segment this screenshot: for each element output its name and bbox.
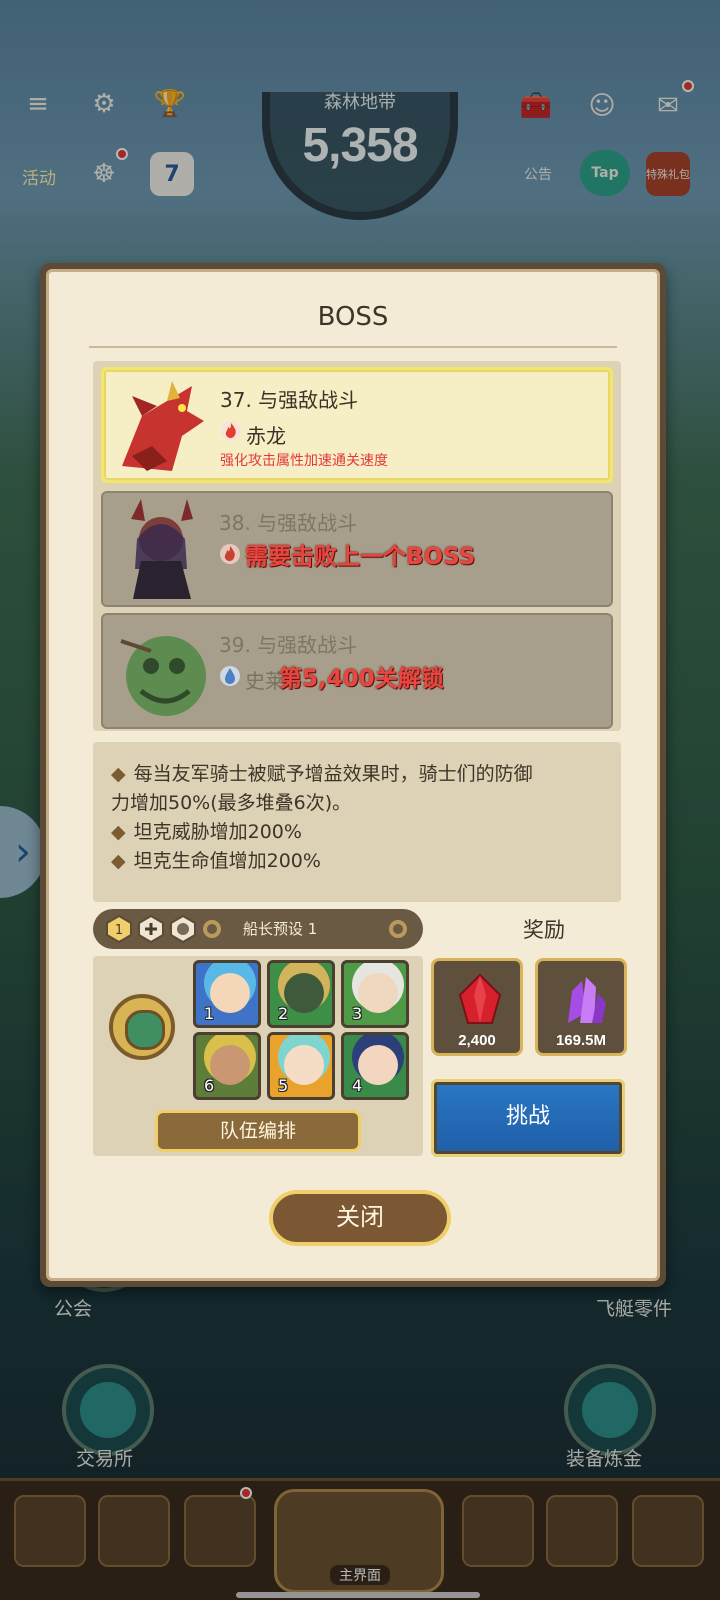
nav-main-label: 主界面 — [330, 1565, 390, 1585]
airship-parts-label: 飞艇零件 — [596, 1298, 673, 1320]
team-slot-4[interactable]: 4 — [341, 1032, 409, 1100]
settings-gear-icon[interactable]: ⚙ — [82, 82, 126, 126]
home-indicator[interactable] — [236, 1592, 480, 1598]
svg-text:1: 1 — [115, 923, 123, 938]
boss-card-38[interactable]: 38. 与强敌战斗 需要击败上一个BOSS — [101, 491, 613, 607]
add-preset-icon[interactable] — [137, 915, 165, 943]
preset-right-gear-icon[interactable] — [389, 920, 407, 938]
purple-crystal-icon — [568, 977, 606, 1023]
fire-element-icon — [220, 544, 240, 564]
exchange-button[interactable] — [62, 1364, 154, 1456]
boss-card-37[interactable]: 37. 与强敌战斗 赤龙 强化攻击属性加速通关速度 — [101, 367, 613, 483]
effect-line: ◆ 坦克生命值增加200% — [111, 850, 321, 872]
nav-notification-dot — [240, 1487, 252, 1499]
zone-score: 5,358 — [302, 119, 418, 172]
top-hud: ≡ ⚙ 🏆 森林地带 5,358 🧰 ☺ ✉ 活动 ☸ 7 公告 Tap 特殊礼… — [0, 0, 720, 250]
special-pack-button[interactable]: 特殊礼包 — [646, 152, 690, 196]
boss-lock-text: 第5,400关解锁 — [279, 666, 444, 692]
tap-button[interactable]: Tap — [580, 150, 630, 196]
nav-item-airship[interactable] — [462, 1495, 534, 1567]
menu-icon[interactable]: ≡ — [16, 82, 60, 126]
nav-item-castle[interactable] — [546, 1495, 618, 1567]
boss-list: 37. 与强敌战斗 赤龙 强化攻击属性加速通关速度 38. 与强敌战斗 需要击败… — [93, 361, 621, 731]
effect-line: 力增加50%(最多堆叠6次)。 — [111, 792, 352, 814]
events-label: 活动 — [22, 168, 56, 189]
boss-modal: BOSS 37. 与强敌战斗 赤龙 强化攻击属性加速通关速度 38. 与强敌战斗… — [40, 263, 666, 1287]
equipment-alchemy-button[interactable] — [564, 1364, 656, 1456]
reward-crystal[interactable]: 169.5M — [535, 958, 627, 1056]
captain-preset-bar[interactable]: 1 船长预设 1 — [93, 909, 423, 949]
trophy-icon[interactable]: 🏆 — [148, 82, 192, 126]
team-slot-1[interactable]: 1 — [193, 960, 261, 1028]
reward-ruby[interactable]: 2,400 — [431, 958, 523, 1056]
team-slot-3[interactable]: 3 — [341, 960, 409, 1028]
mail-notification-dot — [682, 80, 694, 92]
close-button[interactable]: 关闭 — [269, 1190, 451, 1246]
reward-amount: 169.5M — [555, 1032, 607, 1049]
boss-description: 强化攻击属性加速通关速度 — [220, 453, 388, 469]
challenge-button[interactable]: 挑战 — [431, 1079, 625, 1157]
notice-button[interactable]: 公告 — [516, 152, 560, 196]
reward-amount: 2,400 — [458, 1032, 496, 1049]
team-panel: 1 2 3 6 5 4 队伍编排 — [93, 956, 423, 1156]
water-element-icon — [220, 666, 240, 686]
boss-effects-panel: ◆ 每当友军骑士被赋予增益效果时，骑士们的防御 力增加50%(最多堆叠6次)。 ◆… — [93, 742, 621, 902]
preset-slot-icon[interactable]: 1 — [105, 915, 133, 943]
boss-stage-label: 37. 与强敌战斗 — [220, 388, 359, 412]
wheel-notification-dot — [116, 148, 128, 160]
events-button[interactable]: 活动 — [16, 154, 62, 198]
preset-view-icon[interactable] — [169, 915, 197, 943]
preset-label: 船长预设 1 — [243, 920, 318, 938]
exchange-label: 交易所 — [76, 1448, 134, 1470]
friends-icon[interactable]: ☺ — [580, 84, 624, 128]
team-slot-6[interactable]: 6 — [193, 1032, 261, 1100]
boss-name: 赤龙 — [246, 424, 286, 448]
boss-lock-text: 需要击败上一个BOSS — [245, 544, 476, 570]
team-slot-5[interactable]: 5 — [267, 1032, 335, 1100]
notice-label: 公告 — [524, 167, 552, 183]
preset-left-gear-icon[interactable] — [203, 920, 221, 938]
ruby-gem-icon — [458, 973, 502, 1024]
guild-label: 公会 — [54, 1298, 93, 1320]
reward-title: 奖励 — [523, 918, 565, 942]
equipment-alchemy-label: 装备炼金 — [566, 1448, 643, 1470]
title-divider — [89, 346, 617, 348]
nav-item-banner[interactable] — [184, 1495, 256, 1567]
nav-item-workshop[interactable] — [14, 1495, 86, 1567]
boss-stage-label: 38. 与强敌战斗 — [219, 511, 358, 535]
boss-card-39[interactable]: 39. 与强敌战斗 史莱 第5,400关解锁 — [101, 613, 613, 729]
team-slot-2[interactable]: 2 — [267, 960, 335, 1028]
modal-title: BOSS — [317, 302, 389, 332]
captain-relic-icon[interactable] — [109, 994, 175, 1060]
special-pack-label: 特殊礼包 — [646, 168, 690, 181]
toolbox-icon[interactable]: 🧰 — [514, 84, 558, 128]
slime-monster-portrait — [111, 621, 211, 721]
calendar-day: 7 — [164, 161, 180, 187]
zone-name: 森林地带 — [324, 92, 396, 113]
red-dragon-portrait — [112, 376, 212, 476]
effect-line: ◆ 坦克威胁增加200% — [111, 821, 302, 843]
tap-label: Tap — [591, 165, 619, 181]
fire-element-icon — [221, 421, 241, 441]
modal-panel: BOSS 37. 与强敌战斗 赤龙 强化攻击属性加速通关速度 38. 与强敌战斗… — [46, 269, 660, 1281]
nav-item-propeller[interactable] — [98, 1495, 170, 1567]
boss-stage-label: 39. 与强敌战斗 — [219, 633, 358, 657]
demon-girl-portrait — [111, 499, 211, 599]
bottom-nav: 主界面 — [0, 1478, 720, 1600]
nav-item-shop[interactable] — [632, 1495, 704, 1567]
team-formation-button[interactable]: 队伍编排 — [155, 1110, 361, 1152]
effect-line: ◆ 每当友军骑士被赋予增益效果时，骑士们的防御 — [111, 763, 533, 785]
calendar-icon[interactable]: 7 — [150, 152, 194, 196]
